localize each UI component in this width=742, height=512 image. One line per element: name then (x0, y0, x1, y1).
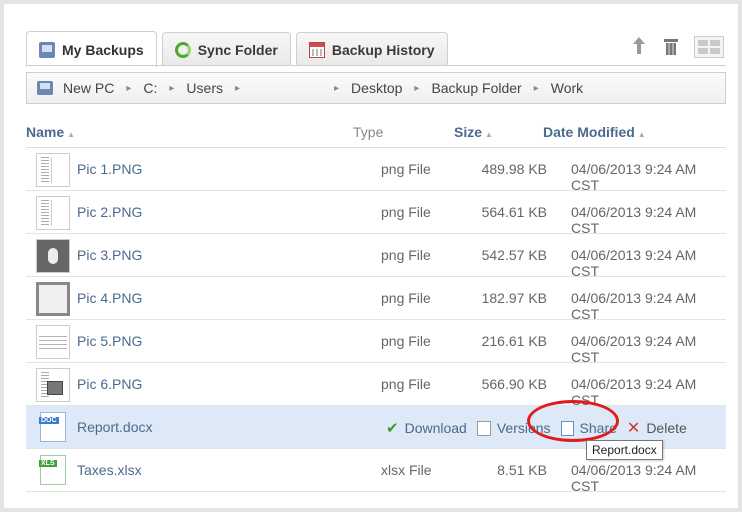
file-name[interactable]: Pic 3.PNG (77, 247, 142, 263)
file-name[interactable]: Pic 6.PNG (77, 376, 142, 392)
file-name[interactable]: Pic 5.PNG (77, 333, 142, 349)
file-size: 216.61 KB (481, 333, 547, 349)
image-thumbnail-icon (36, 325, 70, 359)
download-button[interactable]: ✔ Download (386, 419, 467, 437)
breadcrumb-work[interactable]: Work (551, 80, 583, 96)
breadcrumb-new-pc[interactable]: New PC (63, 80, 114, 96)
computer-icon (39, 41, 55, 58)
column-header-type[interactable]: Type (353, 124, 383, 140)
image-thumbnail-icon (36, 282, 70, 316)
file-type: png File (381, 290, 431, 306)
file-date: 04/06/2013 9:24 AM CST (571, 247, 697, 279)
breadcrumb-separator-icon: ▸ (234, 82, 241, 94)
breadcrumb-desktop[interactable]: Desktop (351, 80, 402, 96)
file-size: 8.51 KB (497, 462, 547, 478)
tab-bar: My Backups Sync Folder Backup History (26, 28, 453, 67)
table-header: Name ▲ Type Size ▲ Date Modified ▲ (26, 120, 726, 148)
breadcrumb-separator-icon: ▸ (533, 82, 539, 94)
column-header-name[interactable]: Name ▲ (26, 124, 75, 140)
tab-sync-folder[interactable]: Sync Folder (161, 32, 291, 66)
image-thumbnail-icon (36, 239, 70, 273)
calendar-icon (308, 41, 325, 58)
sort-arrow-icon: ▲ (485, 130, 493, 139)
excel-spreadsheet-icon: XLS (39, 455, 66, 485)
tab-my-backups[interactable]: My Backups (26, 31, 157, 67)
file-size: 542.57 KB (481, 247, 547, 263)
download-label: Download (404, 420, 467, 436)
sort-arrow-icon: ▲ (67, 130, 76, 139)
file-date: 04/06/2013 9:24 AM CST (571, 161, 697, 193)
delete-x-icon: ✕ (626, 420, 641, 437)
toolbar (630, 36, 724, 58)
file-type: xlsx File (381, 462, 432, 478)
image-thumbnail-icon (36, 368, 70, 402)
breadcrumb-separator-icon: ▸ (169, 82, 175, 94)
breadcrumb-drive[interactable]: C: (143, 80, 157, 96)
file-type: png File (381, 247, 431, 263)
breadcrumb-separator-icon: ▸ (126, 82, 132, 94)
file-date: 04/06/2013 9:24 AM CST (571, 204, 697, 236)
table-row[interactable]: Pic 6.PNG png File 566.90 KB 04/06/2013 … (26, 363, 726, 408)
file-name[interactable]: Pic 2.PNG (77, 204, 142, 220)
tab-label: Sync Folder (197, 41, 278, 58)
image-thumbnail-icon (36, 153, 70, 187)
breadcrumb-users[interactable]: Users (186, 80, 223, 96)
image-thumbnail-icon (36, 196, 70, 230)
word-document-icon: DOC (39, 412, 66, 442)
tooltip: Report.docx (586, 440, 663, 460)
table-row[interactable]: Pic 2.PNG png File 564.61 KB 04/06/2013 … (26, 191, 726, 236)
column-header-date-modified[interactable]: Date Modified ▲ (543, 124, 646, 140)
trash-icon[interactable] (662, 37, 680, 57)
tab-label: Backup History (331, 41, 435, 58)
column-header-size[interactable]: Size ▲ (454, 124, 493, 140)
breadcrumb-separator-icon: ▸ (334, 82, 340, 94)
window-frame: My Backups Sync Folder Backup History Ne… (0, 0, 742, 512)
versions-button[interactable]: Versions (473, 418, 551, 436)
versions-label: Versions (496, 420, 551, 436)
file-size: 564.61 KB (481, 204, 547, 220)
tab-backup-history[interactable]: Backup History (295, 32, 448, 66)
file-date: 04/06/2013 9:24 AM CST (571, 333, 697, 365)
share-icon (560, 420, 574, 436)
breadcrumb-backup-folder[interactable]: Backup Folder (431, 80, 521, 96)
file-date: 04/06/2013 9:24 AM CST (571, 376, 697, 408)
breadcrumb-separator-icon: ▸ (414, 82, 420, 94)
file-name[interactable]: Pic 4.PNG (77, 290, 142, 306)
versions-icon (473, 418, 491, 436)
file-name[interactable]: Report.docx (77, 419, 152, 435)
file-name[interactable]: Pic 1.PNG (77, 161, 142, 177)
tab-label: My Backups (62, 41, 144, 58)
file-date: 04/06/2013 9:24 AM CST (571, 462, 697, 494)
table-row[interactable]: Pic 1.PNG png File 489.98 KB 04/06/2013 … (26, 148, 726, 193)
share-button[interactable]: Share (560, 420, 617, 436)
grid-view-icon[interactable] (694, 36, 724, 58)
tab-divider (26, 65, 726, 66)
file-type: png File (381, 161, 431, 177)
delete-label: Delete (646, 420, 687, 436)
file-size: 489.98 KB (481, 161, 547, 177)
file-date: 04/06/2013 9:24 AM CST (571, 290, 697, 322)
delete-button[interactable]: ✕ Delete (627, 418, 687, 438)
table-row[interactable]: Pic 4.PNG png File 182.97 KB 04/06/2013 … (26, 277, 726, 322)
table-row[interactable]: Pic 5.PNG png File 216.61 KB 04/06/2013 … (26, 320, 726, 365)
computer-icon (37, 81, 53, 95)
file-size: 566.90 KB (481, 376, 547, 392)
file-name[interactable]: Taxes.xlsx (77, 462, 142, 478)
share-label: Share (579, 420, 617, 436)
file-type: png File (381, 204, 431, 220)
sync-icon (174, 41, 191, 58)
file-size: 182.97 KB (481, 290, 547, 306)
breadcrumb: New PC ▸ C: ▸ Users ▸ ▸ Desktop ▸ Backup… (26, 72, 726, 104)
up-arrow-icon[interactable] (630, 37, 648, 57)
row-actions: ✔ Download Versions Share ✕ Delete (386, 418, 687, 438)
sort-arrow-icon: ▲ (637, 130, 646, 139)
backup-panel: My Backups Sync Folder Backup History Ne… (8, 8, 738, 508)
file-type: png File (381, 333, 431, 349)
table-row[interactable]: Pic 3.PNG png File 542.57 KB 04/06/2013 … (26, 234, 726, 279)
checkmark-icon: ✔ (386, 420, 399, 437)
file-type: png File (381, 376, 431, 392)
